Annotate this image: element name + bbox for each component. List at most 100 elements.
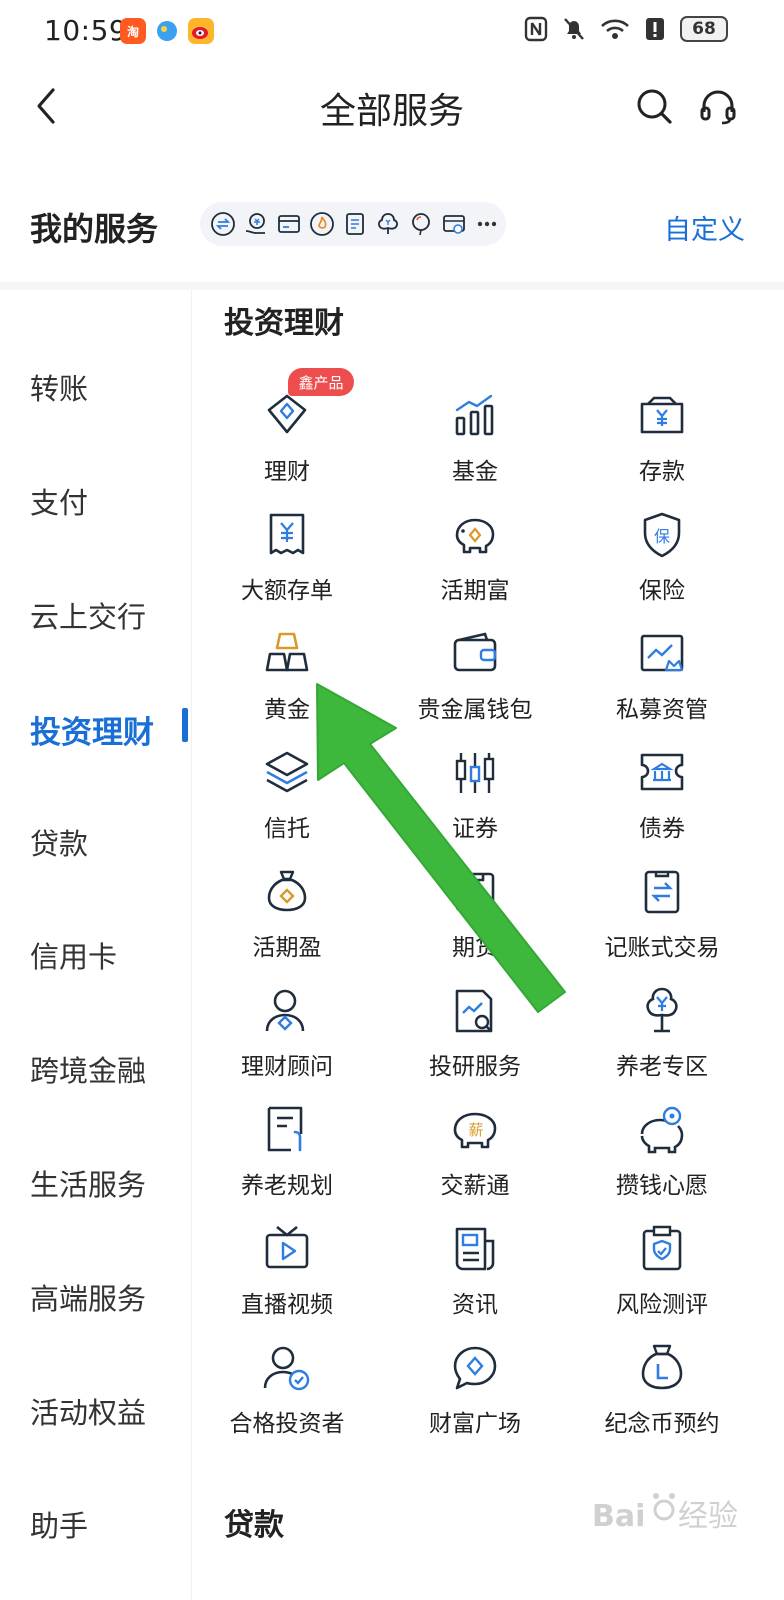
service-label: 保险: [639, 578, 685, 604]
service-label: 投研服务: [429, 1054, 521, 1080]
service-label: 证券: [452, 816, 498, 842]
risk-clipboard-icon: [642, 1225, 682, 1271]
service-pension-zone[interactable]: 养老专区: [568, 985, 756, 1095]
nav-item-assistant[interactable]: 助手: [30, 1503, 88, 1545]
nav-item-premium[interactable]: 高端服务: [30, 1276, 146, 1318]
bank-ticket-icon: [640, 753, 684, 791]
service-label: 私募资管: [616, 697, 708, 723]
nav-item-credit-card[interactable]: 信用卡: [30, 934, 117, 976]
my-services-bar: 我的服务 自定义: [0, 186, 784, 270]
plan-doc-icon: [267, 1106, 303, 1152]
service-qualified-investor[interactable]: 合格投资者: [193, 1342, 381, 1452]
nav-active-indicator: [182, 708, 188, 742]
nav-item-payment[interactable]: 支付: [30, 480, 88, 522]
service-advisor[interactable]: 理财顾问: [193, 985, 381, 1095]
service-current-rich[interactable]: 活期富: [381, 509, 569, 619]
tree-icon: [371, 202, 404, 246]
svg-text:经验: 经验: [678, 1499, 738, 1534]
new-product-badge: 鑫产品: [288, 368, 354, 396]
wallet-icon: [453, 632, 497, 672]
my-services-shortcuts[interactable]: [200, 202, 506, 246]
service-pension-plan[interactable]: 养老规划: [193, 1104, 381, 1214]
service-futures[interactable]: 期货: [381, 866, 569, 976]
service-label: 贵金属钱包: [417, 697, 533, 723]
coin-bag-icon: [641, 1344, 683, 1390]
service-label: 期货: [452, 935, 498, 961]
header: 全部服务: [0, 64, 784, 148]
transfer-icon: [206, 202, 239, 246]
wallet-card-icon: [437, 202, 470, 246]
service-label: 合格投资者: [229, 1411, 345, 1437]
service-salary-pass[interactable]: 薪 交薪通: [381, 1104, 569, 1214]
nav-item-cloud-bank[interactable]: 云上交行: [30, 594, 146, 636]
news-icon: [455, 1227, 495, 1271]
money-bag-icon: [267, 870, 307, 912]
yen-tree-icon: [646, 987, 678, 1033]
service-trust[interactable]: 信托: [193, 747, 381, 857]
search-button[interactable]: [630, 82, 678, 130]
service-bookentry-trade[interactable]: 记账式交易: [568, 866, 756, 976]
category-nav: 转账 支付 云上交行 投资理财 贷款 信用卡 跨境金融 生活服务 高端服务 活动…: [0, 290, 192, 1600]
status-app-icons: 淘: [120, 18, 214, 44]
service-gold[interactable]: 黄金: [193, 628, 381, 738]
service-large-cd[interactable]: 大额存单: [193, 509, 381, 619]
service-label: 信托: [264, 816, 310, 842]
receipt-icon: [269, 513, 305, 555]
nav-item-transfer[interactable]: 转账: [30, 366, 88, 408]
fire-icon: [305, 202, 338, 246]
service-label: 记账式交易: [604, 935, 720, 961]
baidu-watermark-logo: Bai 经验: [592, 1493, 738, 1534]
research-icon: [455, 989, 493, 1033]
gold-bars-icon: [265, 632, 309, 672]
piggy-bank-icon: [455, 518, 495, 554]
service-metal-wallet[interactable]: 贵金属钱包: [381, 628, 569, 738]
svg-text:Bai: Bai: [592, 1499, 645, 1534]
service-label: 理财: [264, 459, 310, 485]
customer-service-button[interactable]: [694, 82, 742, 130]
tv-play-icon: [265, 1225, 309, 1269]
status-time: 10:59: [44, 14, 128, 47]
service-label: 养老规划: [241, 1173, 333, 1199]
service-label: 理财顾问: [241, 1054, 333, 1080]
taobao-app-icon: 淘: [120, 18, 146, 44]
weibo-app-icon: [188, 18, 214, 44]
service-deposit[interactable]: 存款: [568, 390, 756, 500]
customize-button[interactable]: 自定义: [664, 208, 745, 247]
service-label: 活期盈: [252, 935, 322, 961]
yen-box-icon: [640, 396, 684, 434]
service-bonds[interactable]: 债券: [568, 747, 756, 857]
section-title-investment: 投资理财: [224, 306, 344, 341]
balloon-icon: [404, 202, 437, 246]
service-insurance[interactable]: 保 保险: [568, 509, 756, 619]
search-icon: [637, 89, 672, 124]
salary-pig-icon: 薪: [453, 1112, 497, 1149]
nav-item-loan[interactable]: 贷款: [30, 821, 88, 863]
nav-item-promotions[interactable]: 活动权益: [30, 1390, 146, 1432]
service-label: 黄金: [264, 697, 310, 723]
nav-item-life-services[interactable]: 生活服务: [30, 1162, 146, 1204]
browser-app-icon: [154, 18, 180, 44]
service-fund[interactable]: 基金: [381, 390, 569, 500]
service-wealth-plaza[interactable]: 财富广场: [381, 1342, 569, 1452]
service-commemorative-coin[interactable]: 纪念币预约: [568, 1342, 756, 1452]
futures-icon: [455, 872, 495, 912]
service-wealth[interactable]: 理财: [193, 390, 381, 500]
service-label: 基金: [452, 459, 498, 485]
nav-item-cross-border[interactable]: 跨境金融: [30, 1048, 146, 1090]
service-research[interactable]: 投研服务: [381, 985, 569, 1095]
service-news[interactable]: 资讯: [381, 1223, 569, 1333]
service-current-profit[interactable]: 活期盈: [193, 866, 381, 976]
service-label: 攒钱心愿: [616, 1173, 708, 1199]
service-saving-wish[interactable]: 攒钱心愿: [568, 1104, 756, 1214]
service-securities[interactable]: 证券: [381, 747, 569, 857]
money-hand-icon: [239, 202, 272, 246]
service-private-am[interactable]: 私募资管: [568, 628, 756, 738]
wish-pig-icon: [640, 1106, 684, 1154]
service-label: 直播视频: [241, 1292, 333, 1318]
service-label: 存款: [639, 459, 685, 485]
service-live-video[interactable]: 直播视频: [193, 1223, 381, 1333]
diamond-tag-icon: [267, 394, 307, 434]
service-risk-assessment[interactable]: 风险测评: [568, 1223, 756, 1333]
nav-item-investment[interactable]: 投资理财: [30, 707, 154, 752]
candlestick-icon: [455, 753, 495, 793]
